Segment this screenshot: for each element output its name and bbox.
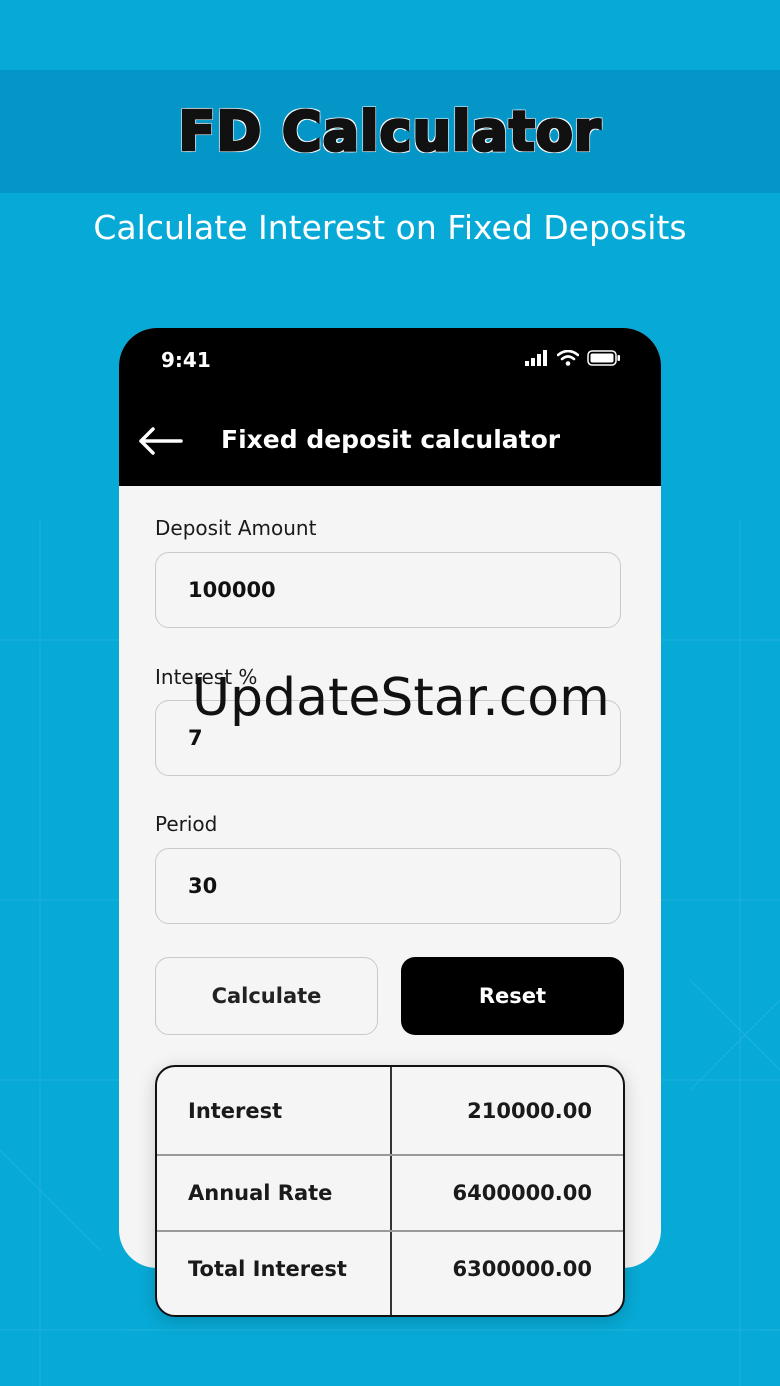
period-label: Period <box>155 812 218 836</box>
deposit-amount-input[interactable]: 100000 <box>155 552 621 628</box>
status-icons <box>525 350 621 366</box>
result-value: 6300000.00 <box>452 1257 592 1281</box>
period-input[interactable]: 30 <box>155 848 621 924</box>
result-label: Interest <box>188 1098 283 1123</box>
result-label: Annual Rate <box>188 1180 333 1205</box>
title-banner: FD Calculator <box>0 70 780 193</box>
calculate-button[interactable]: Calculate <box>155 957 378 1035</box>
app-header: 9:41 Fixed deposit calculator <box>119 328 661 486</box>
table-row: Annual Rate 6400000.00 <box>157 1155 623 1230</box>
result-value: 6400000.00 <box>452 1180 592 1205</box>
battery-icon <box>587 350 620 366</box>
reset-button[interactable]: Reset <box>401 957 624 1035</box>
banner-subtitle: Calculate Interest on Fixed Deposits <box>93 208 687 247</box>
app-title: Fixed deposit calculator <box>221 425 561 454</box>
result-label: Total Interest <box>188 1257 347 1281</box>
table-row: Total Interest 6300000.00 <box>157 1231 623 1307</box>
status-time: 9:41 <box>161 348 211 372</box>
banner-title: FD Calculator <box>177 99 602 165</box>
back-arrow-icon[interactable] <box>137 426 183 456</box>
wifi-icon <box>557 350 579 366</box>
signal-icon <box>525 350 547 366</box>
result-value: 210000.00 <box>467 1098 592 1123</box>
table-row: Interest 210000.00 <box>157 1067 623 1154</box>
deposit-amount-label: Deposit Amount <box>155 516 317 540</box>
watermark: UpdateStar.com <box>192 668 610 728</box>
results-table: Interest 210000.00 Annual Rate 6400000.0… <box>155 1065 625 1317</box>
